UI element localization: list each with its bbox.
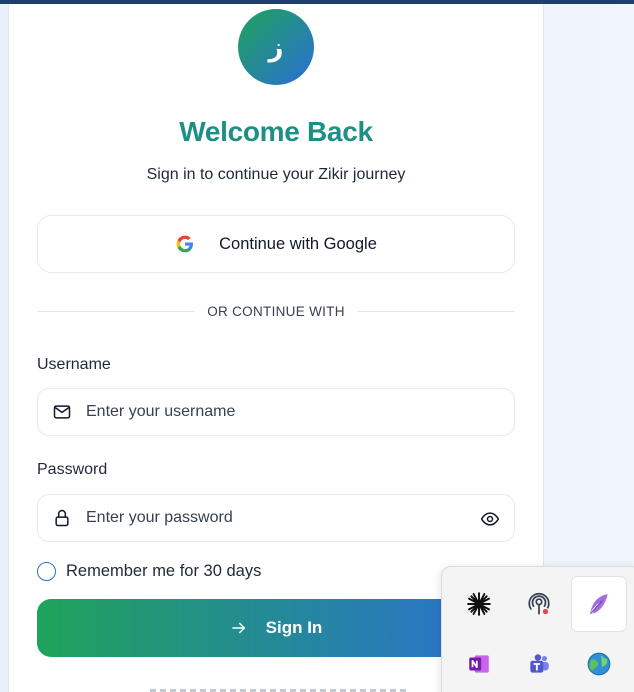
- remember-me-radio[interactable]: [37, 561, 56, 581]
- system-tray-overflow: [441, 566, 634, 692]
- page-title: Welcome Back: [179, 116, 373, 147]
- username-input[interactable]: [86, 389, 466, 435]
- podcast-app-icon[interactable]: [511, 576, 567, 632]
- google-signin-button[interactable]: Continue with Google: [37, 215, 515, 273]
- google-button-label: Continue with Google: [219, 234, 377, 253]
- lock-icon: [55, 509, 69, 527]
- footer-text-cutoff: [150, 686, 410, 692]
- remember-me-option[interactable]: Remember me for 30 days: [37, 560, 261, 582]
- sparkle-app-icon[interactable]: [451, 576, 507, 632]
- onenote-icon[interactable]: [451, 636, 507, 692]
- feather-app-icon[interactable]: [571, 576, 627, 632]
- page-subtitle: Sign in to continue your Zikir journey: [146, 166, 406, 183]
- password-field[interactable]: [37, 494, 515, 542]
- password-label: Password: [37, 461, 108, 478]
- app-logo: ز: [238, 9, 314, 85]
- teams-icon[interactable]: [511, 636, 567, 692]
- google-icon: [176, 235, 194, 253]
- remember-me-label: Remember me for 30 days: [66, 561, 262, 580]
- mail-icon: [53, 405, 71, 419]
- username-field[interactable]: [37, 388, 515, 436]
- logo-glyph: ز: [268, 31, 284, 62]
- eye-icon[interactable]: [480, 509, 500, 529]
- divider-line-right: [357, 311, 515, 312]
- sign-in-label: Sign In: [265, 618, 323, 637]
- username-label: Username: [37, 356, 111, 373]
- password-input[interactable]: [86, 495, 466, 541]
- arrow-right-icon: [231, 622, 245, 634]
- or-divider: OR CONTINUE WITH: [37, 302, 515, 322]
- globe-app-icon[interactable]: [571, 636, 627, 692]
